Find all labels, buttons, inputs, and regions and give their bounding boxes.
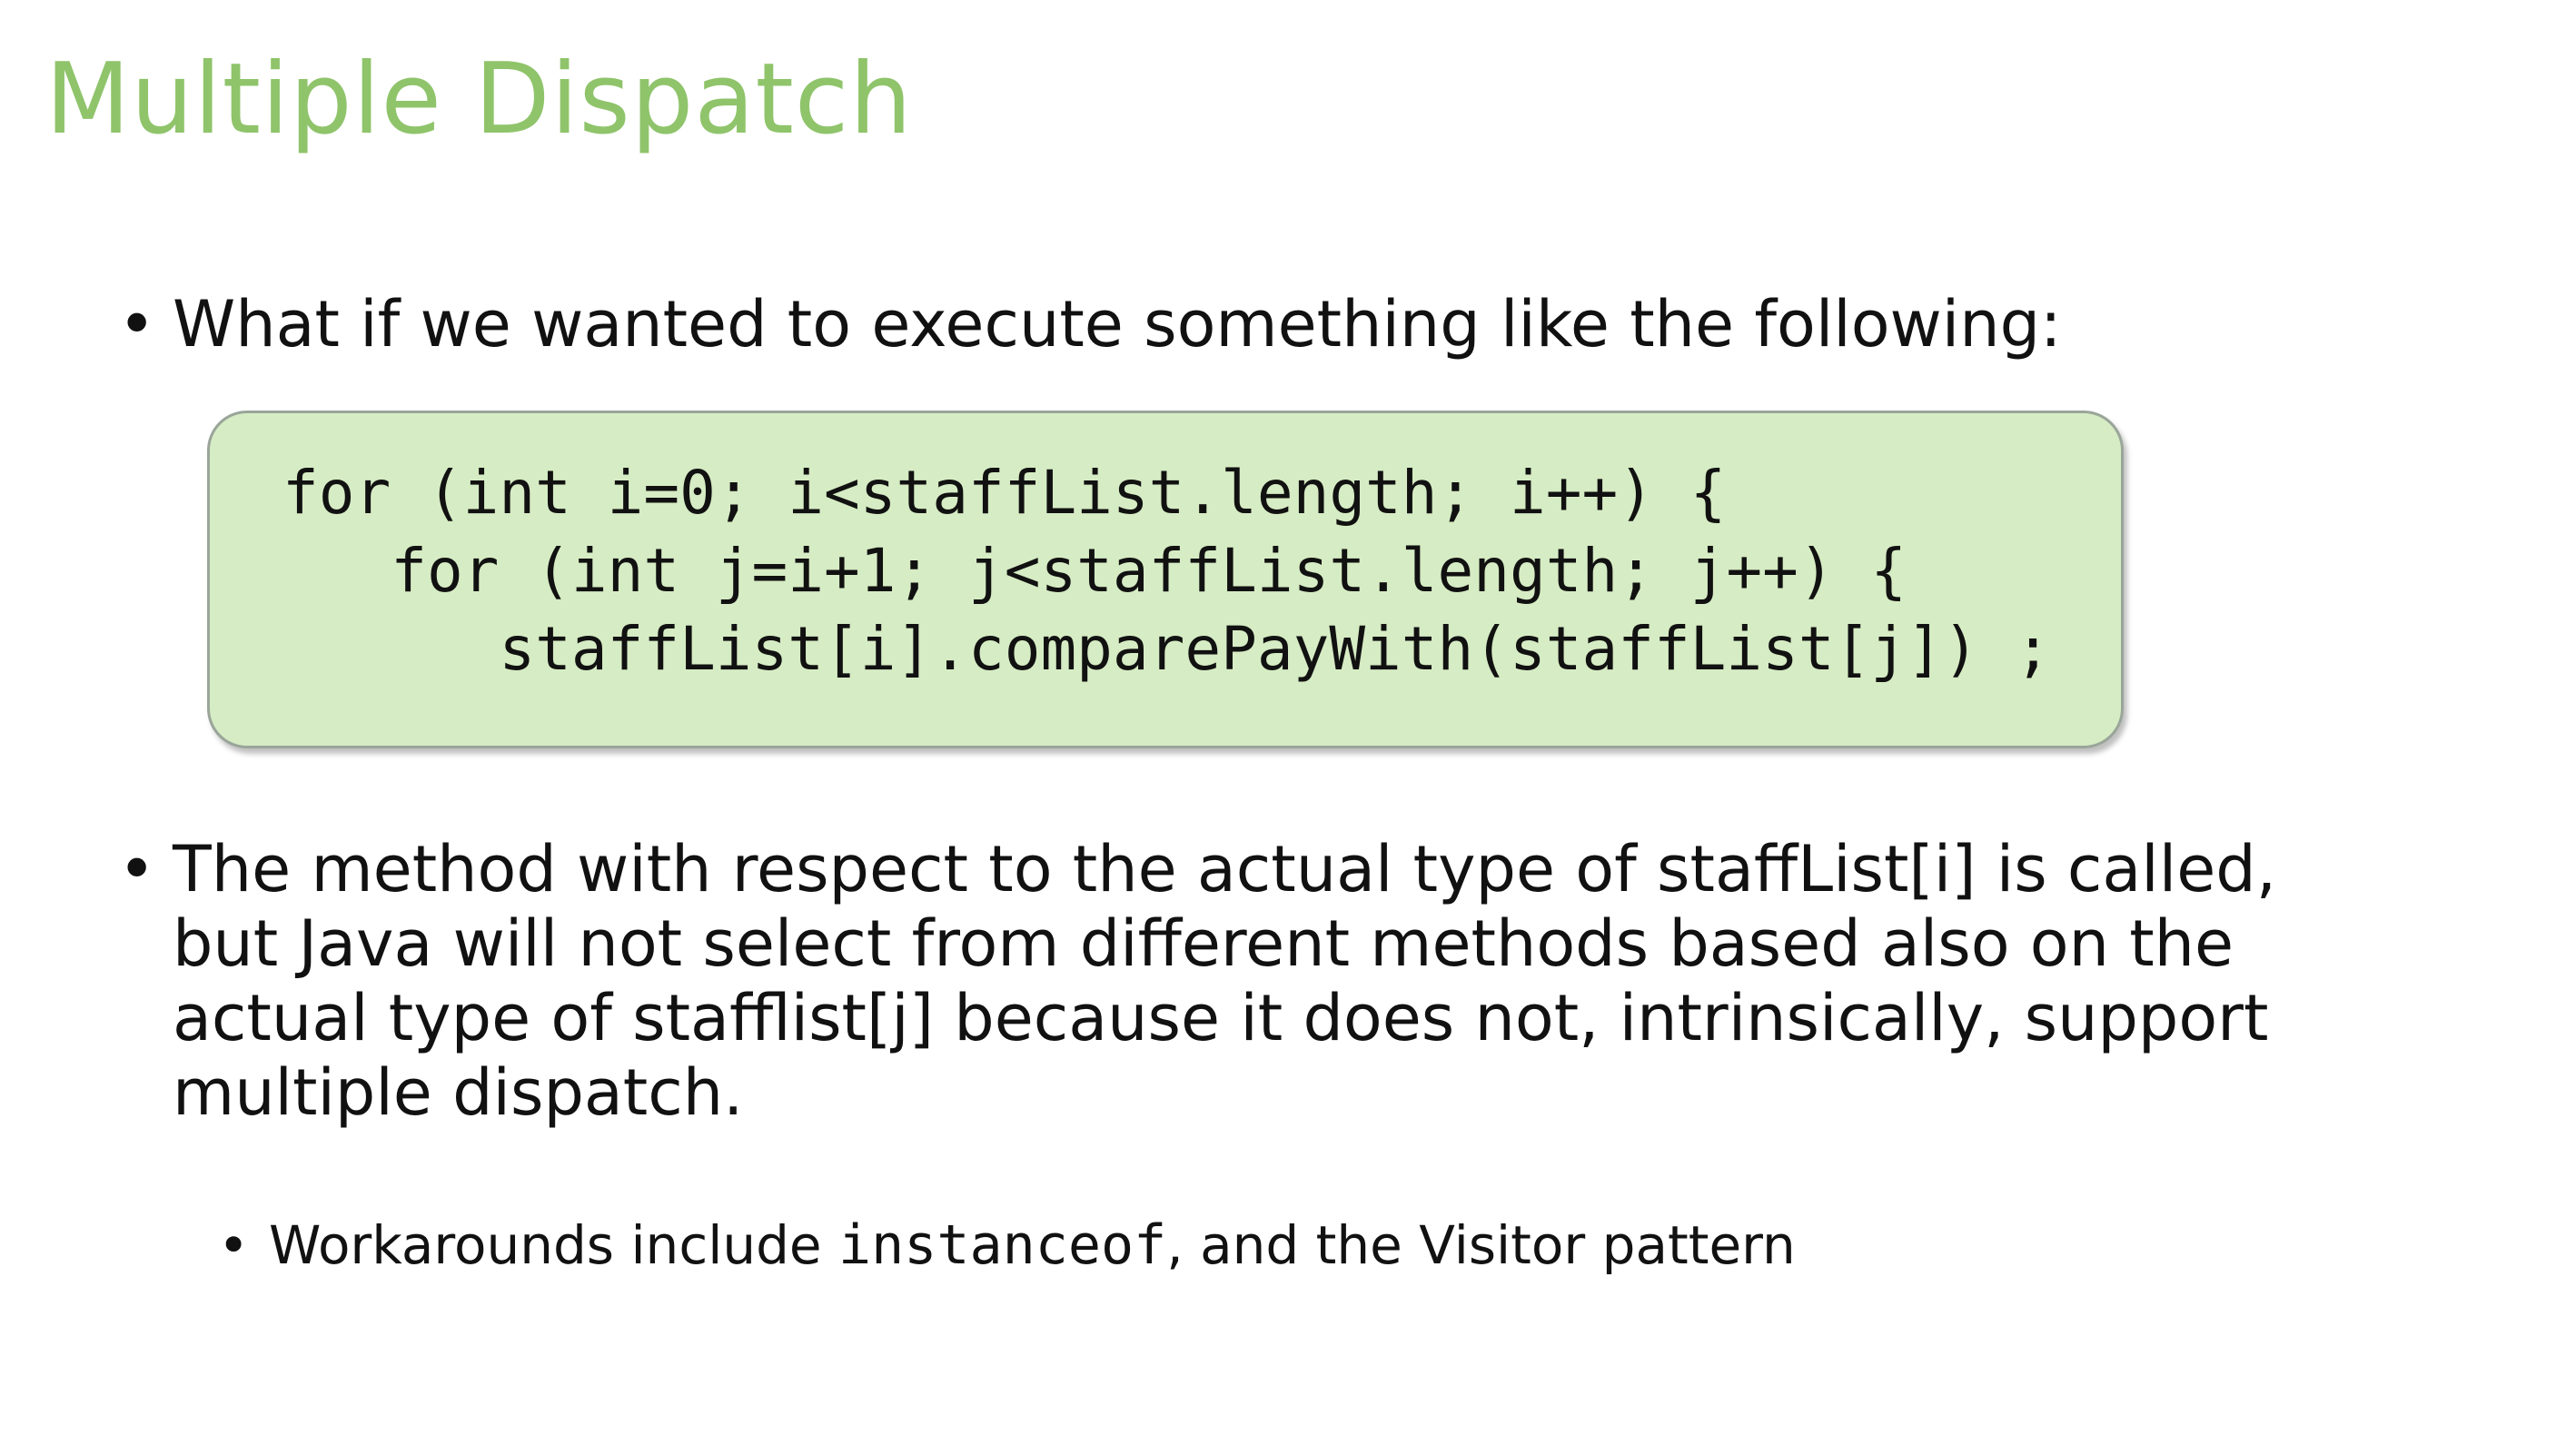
code-line-1: for (int i=0; i<staffList.length; i++) { — [282, 458, 1727, 528]
slide: Multiple Dispatch • What if we wanted to… — [0, 0, 2576, 1455]
code-listing: for (int i=0; i<staffList.length; i++) {… — [282, 454, 2051, 688]
bullet-text-line-3: actual type of stafflist[j] because it d… — [173, 981, 2269, 1055]
sub-bullet-code: instanceof — [838, 1213, 1167, 1277]
slide-title: Multiple Dispatch — [45, 43, 913, 156]
sub-bullet-prefix: Workarounds include — [269, 1214, 839, 1276]
bullet-text: What if we wanted to execute something l… — [173, 287, 2062, 361]
bullet-text-line-2: but Java will not select from different … — [173, 906, 2234, 981]
sub-bullet-text: Workarounds include instanceof, and the … — [269, 1213, 1796, 1277]
sub-bullet-marker: • — [218, 1214, 250, 1276]
bullet-text-line-4: multiple dispatch. — [173, 1055, 744, 1130]
bullet-marker: • — [118, 287, 156, 361]
bullet-text-line-1: The method with respect to the actual ty… — [173, 832, 2276, 906]
code-line-3: staffList[i].comparePayWith(staffList[j]… — [282, 614, 2052, 684]
sub-bullet-suffix: , and the Visitor pattern — [1166, 1214, 1796, 1276]
bullet-text: The method with respect to the actual ty… — [173, 832, 2353, 1130]
code-block: for (int i=0; i<staffList.length; i++) {… — [207, 411, 2124, 748]
code-line-2: for (int j=i+1; j<staffList.length; j++)… — [282, 536, 1907, 606]
bullet-marker: • — [118, 832, 156, 906]
